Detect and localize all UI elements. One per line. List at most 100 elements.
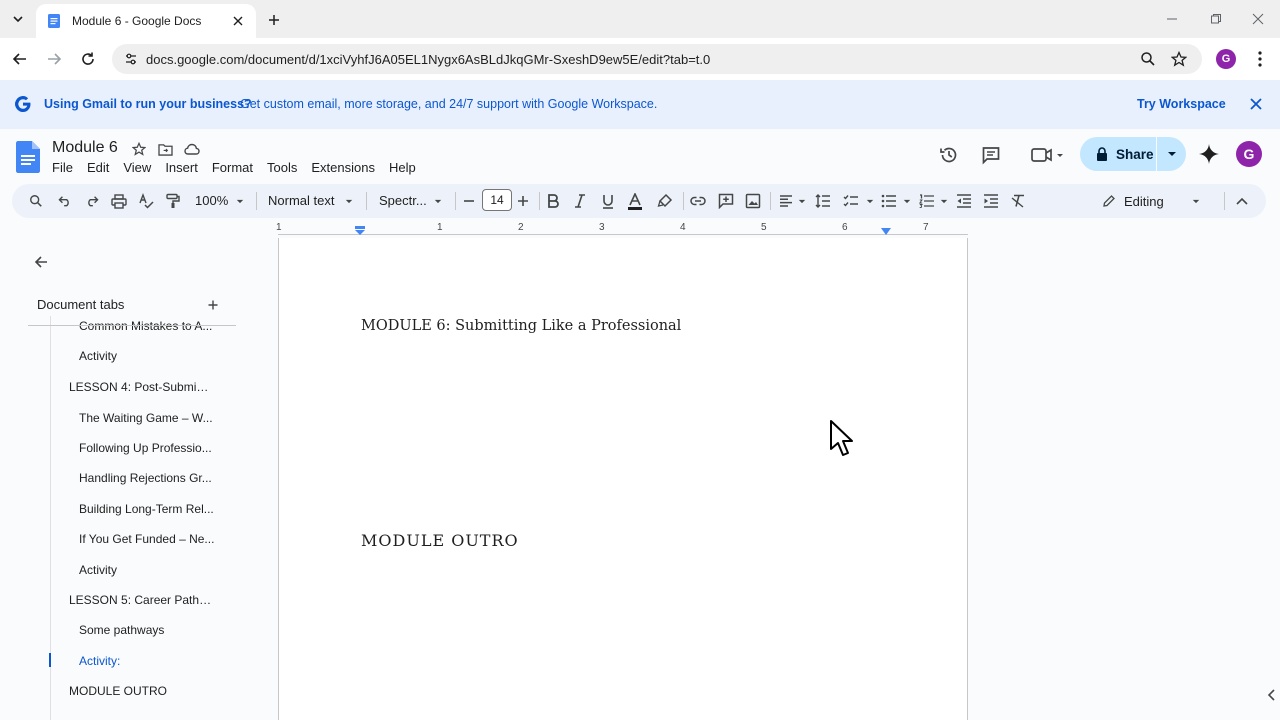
share-dropdown-icon[interactable] (1164, 146, 1180, 162)
toolbar-separator (455, 192, 456, 210)
outline-item-activity-active[interactable]: Activity: (79, 654, 120, 668)
highlight-color-icon[interactable] (655, 191, 675, 211)
menu-tools[interactable]: Tools (267, 160, 297, 175)
decrease-font-size-icon[interactable] (459, 191, 479, 211)
outline-item-activity[interactable]: Activity (79, 349, 117, 363)
text-color-icon[interactable] (625, 191, 645, 211)
tab-close-icon[interactable] (230, 13, 246, 29)
search-menus-icon[interactable] (26, 191, 46, 211)
checklist-dropdown-icon[interactable] (860, 191, 880, 211)
docs-logo-icon[interactable] (16, 141, 40, 173)
hide-menus-chevron-icon[interactable] (1232, 191, 1252, 211)
browser-tab-active[interactable]: Module 6 - Google Docs (36, 4, 256, 38)
clear-formatting-icon[interactable] (1008, 191, 1028, 211)
add-tab-icon[interactable] (204, 296, 222, 314)
paragraph-style-select[interactable]: Normal text (268, 193, 334, 208)
browser-menu-icon[interactable] (1250, 49, 1270, 69)
version-history-icon[interactable] (937, 143, 961, 167)
window-close-icon[interactable] (1248, 10, 1268, 28)
document-tabs-sidebar: Document tabs Common Mistakes to A... Ac… (0, 238, 278, 720)
site-info-icon[interactable] (122, 50, 140, 68)
document-heading-module-6[interactable]: MODULE 6: Submitting Like a Professional (361, 318, 681, 334)
tab-search-button[interactable] (6, 8, 30, 30)
close-sidebar-back-icon[interactable] (31, 252, 51, 272)
mouse-cursor-icon (830, 420, 853, 456)
outline-item-handling-rejections[interactable]: Handling Rejections Gr... (79, 471, 212, 485)
outline-item-waiting-game[interactable]: The Waiting Game – W... (79, 411, 213, 425)
document-title[interactable]: Module 6 (52, 139, 118, 157)
comments-icon[interactable] (979, 143, 1003, 167)
right-indent-marker-icon[interactable] (880, 228, 892, 235)
add-comment-icon[interactable] (716, 191, 736, 211)
align-dropdown-icon[interactable] (792, 191, 812, 211)
outline-item-lesson-5[interactable]: LESSON 5: Career Pathw... (69, 593, 214, 607)
bulleted-list-icon[interactable] (879, 191, 899, 211)
account-avatar[interactable]: G (1236, 141, 1262, 167)
menu-edit[interactable]: Edit (87, 160, 109, 175)
outline-item-some-pathways[interactable]: Some pathways (79, 623, 164, 637)
increase-font-size-icon[interactable] (513, 191, 533, 211)
move-folder-icon[interactable] (156, 140, 174, 158)
bullet-dropdown-icon[interactable] (897, 191, 917, 211)
checklist-icon[interactable] (841, 191, 861, 211)
style-dropdown-icon[interactable] (339, 191, 359, 211)
new-tab-button[interactable] (264, 10, 284, 30)
forward-icon[interactable] (44, 49, 64, 69)
menu-file[interactable]: File (52, 160, 73, 175)
outline-item-building-long-term[interactable]: Building Long-Term Rel... (79, 502, 214, 516)
menu-extensions[interactable]: Extensions (311, 160, 375, 175)
zoom-select[interactable]: 100% (195, 193, 228, 208)
font-size-input[interactable]: 14 (482, 189, 512, 211)
gemini-sparkle-icon[interactable] (1198, 143, 1220, 165)
editing-mode-select[interactable]: Editing (1102, 190, 1206, 212)
left-indent-marker-icon[interactable] (354, 226, 366, 235)
bold-icon[interactable] (543, 191, 563, 211)
bookmark-star-icon[interactable] (1169, 49, 1189, 69)
restore-icon[interactable] (1206, 10, 1226, 28)
undo-icon[interactable] (55, 191, 75, 211)
browser-profile-avatar[interactable]: G (1216, 49, 1236, 69)
menu-view[interactable]: View (123, 160, 151, 175)
decrease-indent-icon[interactable] (954, 191, 974, 211)
share-button[interactable]: Share (1080, 137, 1186, 171)
redo-icon[interactable] (82, 191, 102, 211)
outline-item-activity[interactable]: Activity (79, 563, 117, 577)
tab-title: Module 6 - Google Docs (72, 14, 202, 28)
outline-item-lesson-4[interactable]: LESSON 4: Post-Submiss... (69, 380, 214, 394)
document-page[interactable]: MODULE 6: Submitting Like a Professional… (278, 238, 968, 720)
font-family-select[interactable]: Spectr... (379, 193, 427, 208)
number-dropdown-icon[interactable] (934, 191, 954, 211)
outline-item-following-up[interactable]: Following Up Professio... (79, 441, 212, 455)
italic-icon[interactable] (570, 191, 590, 211)
outline-item-if-you-get-funded[interactable]: If You Get Funded – Ne... (79, 532, 214, 546)
try-workspace-link[interactable]: Try Workspace (1137, 97, 1226, 111)
meet-present-icon[interactable] (1027, 143, 1067, 167)
underline-icon[interactable] (598, 191, 618, 211)
paint-format-icon[interactable] (163, 191, 183, 211)
document-heading-module-outro[interactable]: MODULE OUTRO (361, 531, 519, 550)
back-icon[interactable] (10, 49, 30, 69)
reload-icon[interactable] (78, 49, 98, 69)
horizontal-ruler[interactable]: 1 1 2 3 4 5 6 7 (276, 222, 968, 238)
zoom-magnifier-icon[interactable] (1138, 49, 1158, 69)
font-dropdown-icon[interactable] (428, 191, 448, 211)
menu-help[interactable]: Help (389, 160, 416, 175)
menu-insert[interactable]: Insert (165, 160, 198, 175)
insert-image-icon[interactable] (743, 191, 763, 211)
ruler-baseline (278, 234, 968, 235)
outline-item-common-mistakes[interactable]: Common Mistakes to A... (79, 319, 212, 333)
print-icon[interactable] (109, 191, 129, 211)
line-spacing-icon[interactable] (813, 191, 833, 211)
outline-item-module-outro[interactable]: MODULE OUTRO (69, 684, 167, 698)
minimize-icon[interactable] (1162, 10, 1182, 28)
banner-close-icon[interactable] (1246, 94, 1266, 114)
address-bar[interactable]: docs.google.com/document/d/1xciVyhfJ6A05… (112, 44, 1202, 74)
increase-indent-icon[interactable] (981, 191, 1001, 211)
insert-link-icon[interactable] (688, 191, 708, 211)
zoom-dropdown-icon[interactable] (230, 191, 250, 211)
side-panel-toggle-icon[interactable] (1262, 686, 1280, 704)
menu-format[interactable]: Format (212, 160, 253, 175)
cloud-saved-icon[interactable] (183, 140, 201, 158)
star-icon[interactable] (130, 140, 148, 158)
spellcheck-icon[interactable] (136, 191, 156, 211)
